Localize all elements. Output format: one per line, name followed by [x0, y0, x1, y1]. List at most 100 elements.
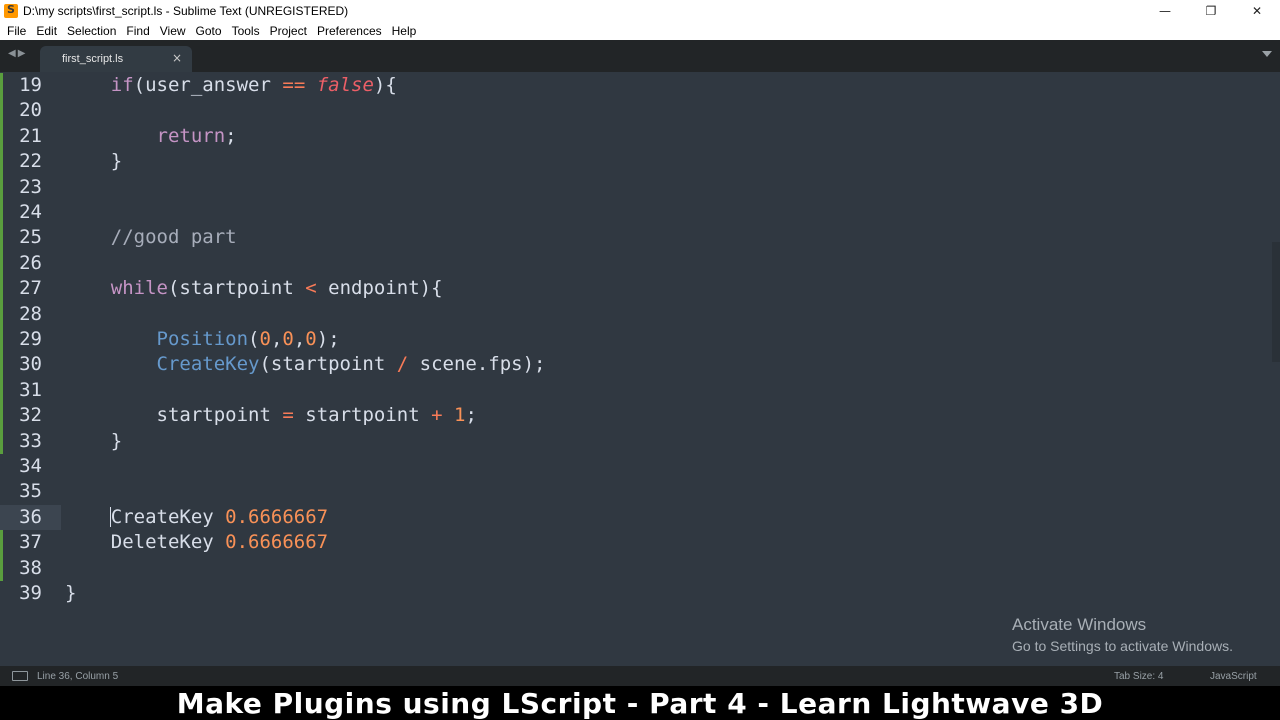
syntax-indicator[interactable]: JavaScript: [1210, 671, 1257, 682]
code-line[interactable]: 23: [0, 175, 1270, 200]
code-token: ;: [465, 404, 477, 427]
sublime-app-icon: [4, 3, 18, 18]
code-line[interactable]: 35: [0, 479, 1270, 504]
code-token: startpoint: [156, 404, 283, 427]
code-line[interactable]: 30 CreateKey(startpoint / scene.fps);: [0, 352, 1270, 377]
line-number: 30: [19, 353, 42, 376]
menu-preferences[interactable]: Preferences: [312, 24, 387, 38]
caption-text: Make Plugins using LScript - Part 4 - Le…: [176, 686, 1104, 720]
code-editor[interactable]: 19 if(user_answer == false){20 21 return;…: [0, 72, 1280, 666]
code-token: 0: [259, 328, 271, 350]
line-number: 35: [19, 480, 42, 503]
code-line[interactable]: 36 CreateKey 0.6666667: [0, 504, 1270, 531]
restore-button[interactable]: ❐: [1188, 0, 1234, 22]
code-token: 0.6666667: [225, 505, 329, 528]
code-token: while: [110, 277, 168, 300]
menu-find[interactable]: Find: [121, 24, 154, 38]
code-line[interactable]: 28: [0, 302, 1270, 327]
menu-view[interactable]: View: [155, 24, 191, 38]
menu-help[interactable]: Help: [387, 24, 422, 38]
code-line[interactable]: 29 Position(0,0,0);: [0, 327, 1270, 352]
line-number: 24: [19, 201, 42, 223]
code-text: }: [65, 429, 122, 454]
minimize-button[interactable]: —: [1142, 0, 1188, 22]
line-number: 32: [19, 404, 42, 427]
activate-windows-subtitle: Go to Settings to activate Windows.: [1012, 638, 1233, 654]
code-token: ,: [270, 328, 283, 350]
menu-bar: File Edit Selection Find View Goto Tools…: [0, 22, 1280, 40]
code-line[interactable]: 33 }: [0, 429, 1270, 454]
line-number: 28: [19, 302, 42, 325]
tab-bar: ◀▶ first_script.ls ×: [0, 40, 1280, 72]
activate-windows-title: Activate Windows: [1012, 615, 1147, 634]
code-text: return;: [65, 124, 237, 149]
code-line[interactable]: 38: [0, 556, 1270, 581]
code-line[interactable]: 26: [0, 251, 1270, 276]
code-token: CreateKey: [110, 505, 226, 528]
line-number: 36: [19, 505, 42, 528]
tab-size-indicator[interactable]: Tab Size: 4: [1114, 671, 1163, 682]
code-text: if(user_answer == false){: [65, 73, 397, 98]
code-line[interactable]: 25 //good part: [0, 225, 1270, 250]
tab-close-icon[interactable]: ×: [172, 51, 182, 65]
code-line[interactable]: 20: [0, 98, 1270, 123]
code-token: scene.fps);: [408, 353, 546, 376]
code-token: ==: [282, 74, 306, 96]
line-number: 27: [19, 277, 42, 300]
line-number: 21: [19, 124, 42, 147]
line-number: 23: [19, 175, 42, 198]
code-line[interactable]: 39}: [0, 581, 1270, 606]
window-controls: — ❐ ✕: [1142, 0, 1280, 22]
code-line[interactable]: 34: [0, 454, 1270, 479]
code-line[interactable]: 27 while(startpoint < endpoint){: [0, 276, 1270, 301]
code-token: endpoint){: [316, 277, 443, 300]
code-token: ){: [373, 74, 397, 96]
menu-project[interactable]: Project: [265, 24, 312, 38]
code-token: 0.6666667: [225, 531, 329, 554]
code-line[interactable]: 21 return;: [0, 124, 1270, 149]
line-number: 33: [19, 429, 42, 452]
code-line[interactable]: 22 }: [0, 149, 1270, 174]
code-token: (: [248, 328, 260, 350]
menu-goto[interactable]: Goto: [191, 24, 227, 38]
code-text: }: [65, 581, 76, 606]
cursor-position: Line 36, Column 5: [37, 670, 119, 682]
code-line[interactable]: 31: [0, 378, 1270, 403]
menu-tools[interactable]: Tools: [227, 24, 265, 38]
code-text: }: [65, 149, 122, 174]
line-number: 34: [19, 455, 42, 477]
tab-nav-arrows-icon[interactable]: ◀▶: [8, 48, 27, 59]
close-window-button[interactable]: ✕: [1234, 0, 1280, 22]
tab-list-dropdown-icon[interactable]: [1262, 51, 1272, 57]
code-line[interactable]: 37 DeleteKey 0.6666667: [0, 530, 1270, 555]
vertical-scrollbar[interactable]: [1270, 72, 1280, 666]
code-token: }: [110, 429, 123, 452]
code-token: return: [156, 124, 226, 147]
menu-edit[interactable]: Edit: [31, 24, 62, 38]
line-number: 20: [19, 99, 42, 122]
line-number: 31: [19, 378, 42, 401]
code-token: 1: [454, 404, 466, 427]
code-token: ;: [225, 124, 237, 147]
panel-toggle-icon[interactable]: [12, 671, 28, 681]
code-line[interactable]: 19 if(user_answer == false){: [0, 73, 1270, 98]
menu-file[interactable]: File: [2, 24, 31, 38]
code-text: DeleteKey 0.6666667: [65, 530, 328, 555]
code-token: =: [282, 404, 294, 427]
code-line[interactable]: 32 startpoint = startpoint + 1;: [0, 403, 1270, 428]
tab-first-script[interactable]: first_script.ls ×: [40, 46, 192, 72]
code-line[interactable]: 24: [0, 200, 1270, 225]
status-bar: Line 36, Column 5 Tab Size: 4 JavaScript: [0, 666, 1280, 686]
menu-selection[interactable]: Selection: [62, 24, 121, 38]
scrollbar-thumb[interactable]: [1272, 242, 1280, 362]
code-token: startpoint: [293, 404, 432, 427]
